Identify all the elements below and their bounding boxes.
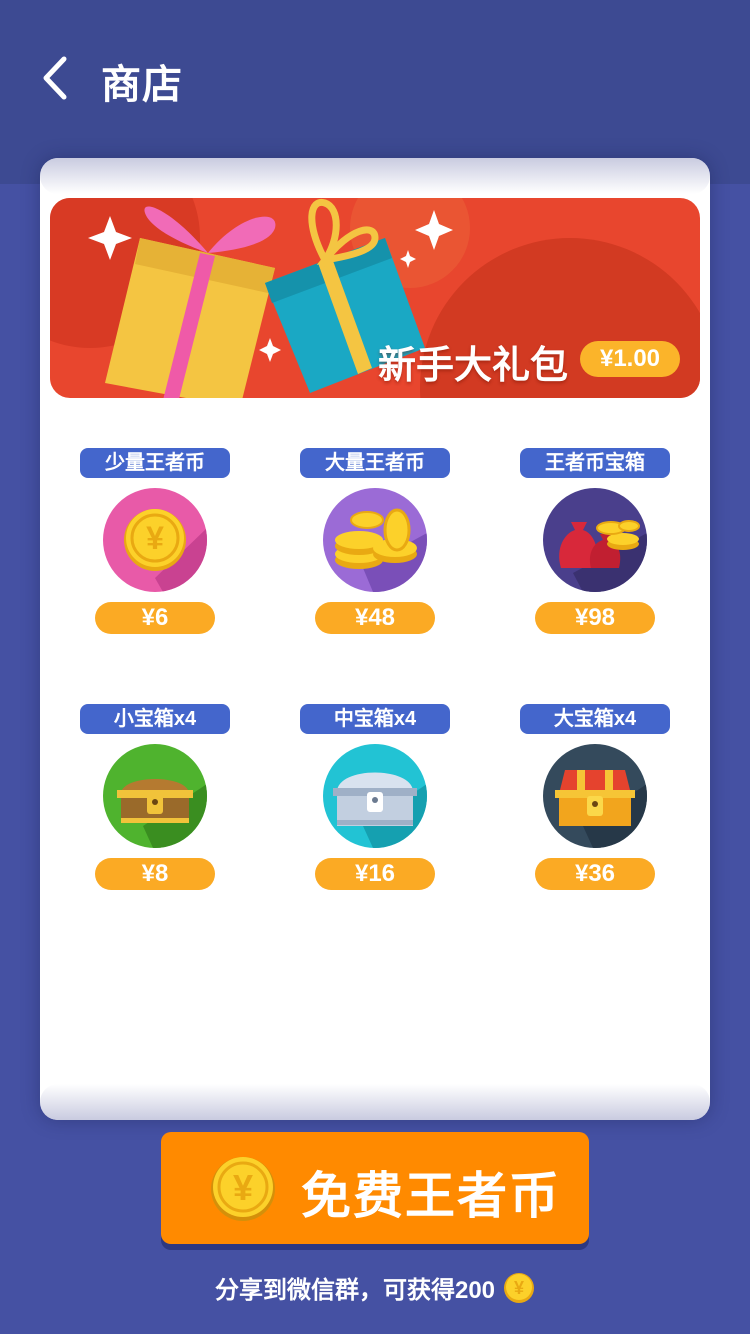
shop-item-small-chest[interactable]: 小宝箱x4 ¥8 [80, 704, 230, 894]
share-hint: 分享到微信群，可获得200 ¥ [0, 1270, 750, 1305]
small-chest-icon [103, 744, 207, 848]
item-price: ¥6 [95, 602, 215, 634]
chevron-left-icon [43, 56, 67, 100]
medium-chest-icon [323, 744, 427, 848]
coin-icon: ¥ [211, 1157, 275, 1221]
item-price: ¥48 [315, 602, 435, 634]
item-price: ¥36 [535, 858, 655, 890]
panel-bottom-shade [40, 1084, 710, 1120]
large-chest-icon [543, 744, 647, 848]
item-label: 王者币宝箱 [520, 448, 670, 478]
header: 商店 [0, 0, 750, 184]
back-button[interactable] [30, 50, 80, 106]
item-label: 大量王者币 [300, 448, 450, 478]
money-bags-icon [543, 488, 647, 592]
page-title: 商店 [101, 63, 183, 107]
free-coins-label: 免费王者币 [301, 1168, 561, 1224]
shop-item-coin-chest[interactable]: 王者币宝箱 ¥98 [520, 448, 670, 638]
svg-text:¥: ¥ [514, 1278, 524, 1298]
share-hint-text: 分享到微信群，可获得200 [214, 1277, 496, 1304]
shop-item-small-coins[interactable]: 少量王者币 ¥ ¥6 [80, 448, 230, 638]
panel-top-shade [40, 158, 710, 194]
coin-icon: ¥ [504, 1272, 535, 1303]
coin-pile-icon [323, 488, 427, 592]
svg-text:¥: ¥ [233, 1167, 253, 1208]
item-price: ¥16 [315, 858, 435, 890]
item-label: 中宝箱x4 [300, 704, 450, 734]
shop-panel: 新手大礼包 ¥1.00 少量王者币 ¥ ¥6 大量王者币 ¥48 王者币宝箱 ¥… [40, 158, 710, 1120]
starter-pack-banner[interactable]: 新手大礼包 ¥1.00 [50, 198, 700, 398]
item-price: ¥8 [95, 858, 215, 890]
single-coin-icon: ¥ [103, 488, 207, 592]
shop-item-large-chest[interactable]: 大宝箱x4 ¥36 [520, 704, 670, 894]
banner-title: 新手大礼包 [378, 345, 569, 387]
shop-item-medium-chest[interactable]: 中宝箱x4 ¥16 [300, 704, 450, 894]
free-coins-button[interactable]: ¥ 免费王者币 [161, 1132, 589, 1244]
shop-item-large-coins[interactable]: 大量王者币 ¥48 [300, 448, 450, 638]
banner-price[interactable]: ¥1.00 [580, 341, 680, 377]
item-label: 大宝箱x4 [520, 704, 670, 734]
svg-text:¥: ¥ [146, 520, 164, 556]
item-label: 小宝箱x4 [80, 704, 230, 734]
item-price: ¥98 [535, 602, 655, 634]
item-label: 少量王者币 [80, 448, 230, 478]
